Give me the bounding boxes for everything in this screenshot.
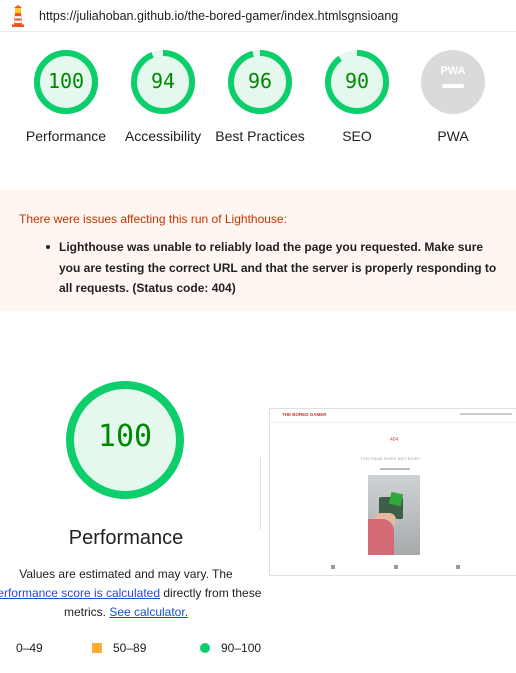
legend-average: 50–89 xyxy=(92,641,146,655)
screenshot-header: THE BORED GAMER xyxy=(270,409,516,423)
legend-range: 0–49 xyxy=(16,641,43,655)
final-screenshot[interactable]: THE BORED GAMER 404 THIS PAGE DOES NOT E… xyxy=(269,408,516,576)
lighthouse-icon xyxy=(12,5,24,27)
performance-gauge-large: 100 xyxy=(63,378,187,502)
gauge-seo[interactable]: 90 SEO xyxy=(312,49,402,146)
divider xyxy=(260,458,261,530)
legend-pass: 90–100 xyxy=(200,641,261,655)
performance-description: Values are estimated and may vary. The p… xyxy=(0,565,262,622)
see-calculator-link[interactable]: See calculator. xyxy=(109,605,188,619)
gauge-label: Accessibility xyxy=(124,128,202,144)
gauge-label: Best Practices xyxy=(215,128,305,144)
performance-score: 100 xyxy=(97,419,153,454)
pwa-icon: PWA xyxy=(421,50,485,114)
legend-fail: 0–49 xyxy=(16,641,43,655)
warning-item: Lighthouse was unable to reliably load t… xyxy=(46,237,505,299)
screenshot-dot xyxy=(394,565,398,569)
gauge-accessibility[interactable]: 94 Accessibility xyxy=(118,49,208,146)
screenshot-dot xyxy=(331,565,335,569)
gauge-score: 100 xyxy=(47,69,85,93)
desc-text-1: Values are estimated and may vary. The xyxy=(19,567,233,581)
screenshot-dot xyxy=(456,565,460,569)
gauge-score: 94 xyxy=(150,69,176,93)
legend-range: 50–89 xyxy=(113,641,147,655)
gauge-label: PWA xyxy=(437,128,469,144)
pass-circle-icon xyxy=(200,643,210,653)
category-gauges: 100 Performance 94 Accessibility 96 Best… xyxy=(0,32,516,184)
gauge-performance[interactable]: 100 Performance xyxy=(21,49,111,146)
legend-range: 90–100 xyxy=(221,641,262,655)
gauge-score: 96 xyxy=(247,69,273,93)
performance-title: Performance xyxy=(68,527,184,549)
report-topbar: https://juliahoban.github.io/the-bored-g… xyxy=(0,0,516,32)
gauge-label: Performance xyxy=(25,128,107,144)
score-legend: 0–49 50–89 90–100 xyxy=(0,641,516,657)
screenshot-page-title: THIS PAGE DOES NOT EXIST xyxy=(360,456,421,461)
screenshot-subtext xyxy=(380,468,410,470)
report-url[interactable]: https://juliahoban.github.io/the-bored-g… xyxy=(39,9,398,23)
gauge-score: 90 xyxy=(344,69,370,93)
screenshot-nav xyxy=(460,413,512,415)
score-calculated-link[interactable]: performance score is calculated xyxy=(0,586,160,600)
arm-shape xyxy=(368,519,394,555)
screenshot-brand: THE BORED GAMER xyxy=(282,412,327,417)
screenshot-error-code: 404 xyxy=(390,437,399,443)
gauge-best-practices[interactable]: 96 Best Practices xyxy=(215,49,305,146)
runtime-warning-box: There were issues affecting this run of … xyxy=(0,189,516,311)
gauge-pwa[interactable]: PWA PWA xyxy=(408,49,498,146)
warning-title: There were issues affecting this run of … xyxy=(19,212,287,226)
gauge-label: SEO xyxy=(342,128,372,144)
average-square-icon xyxy=(92,643,102,653)
screenshot-photo xyxy=(368,475,420,555)
pwa-badge-text: PWA xyxy=(440,65,465,77)
cube-shape xyxy=(388,491,404,507)
warning-list: Lighthouse was unable to reliably load t… xyxy=(46,237,516,299)
